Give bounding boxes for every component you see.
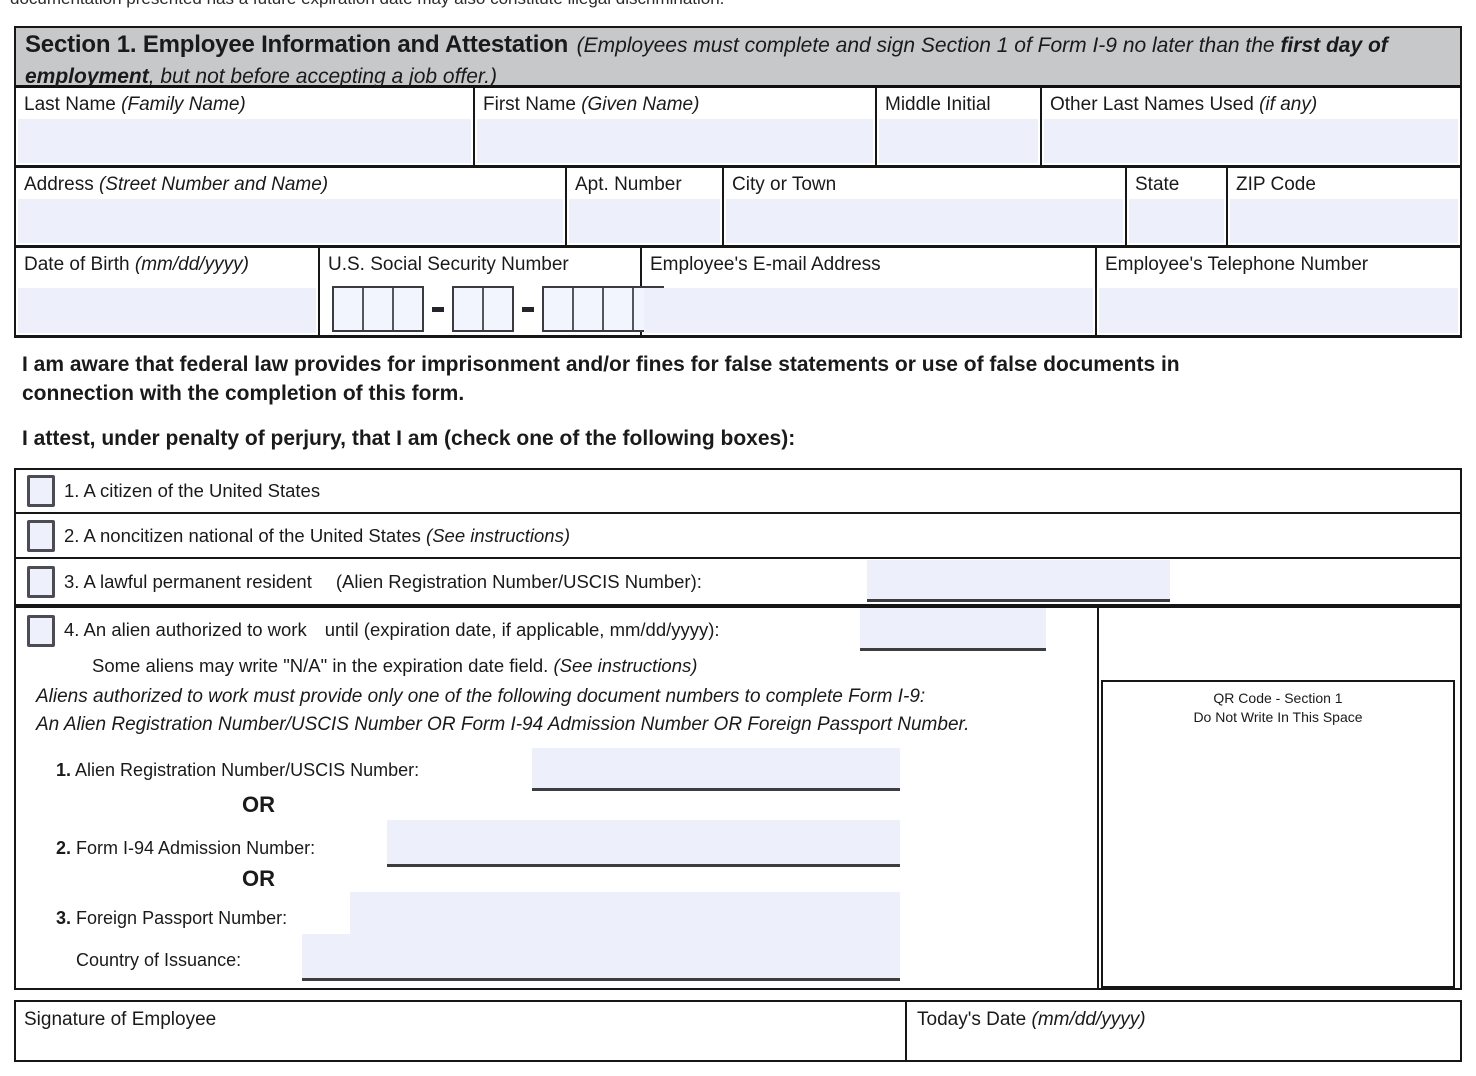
ssn-boxes [332,286,664,332]
or-separator-1: OR [242,792,275,818]
i94-number-label: 2. Form I-94 Admission Number: [56,838,315,859]
field-last-name: Last Name (Family Name) [16,88,475,165]
or-separator-2: OR [242,866,275,892]
employee-info-grid: Last Name (Family Name) First Name (Give… [14,88,1462,338]
form-i9-section1: documentation presented has a future exp… [0,0,1476,1076]
qr-code-placeholder: QR Code - Section 1 Do Not Write In This… [1101,680,1455,988]
expiration-date-input[interactable] [860,608,1046,651]
citizenship-status-box: 1. A citizen of the United States 2. A n… [14,468,1462,606]
option-alien-authorized-label: 4. An alien authorized to workuntil (exp… [64,619,720,641]
todays-date-cell[interactable]: Today's Date (mm/dd/yyyy) [907,1002,1460,1060]
alien-docs-intro-line1: Aliens authorized to work must provide o… [36,686,925,708]
alien-reg-number-label: 1. Alien Registration Number/USCIS Numbe… [56,760,419,781]
option-noncitizen-national-row: 2. A noncitizen national of the United S… [16,514,1460,559]
ssn-group-middle[interactable] [452,286,514,332]
field-first-name: First Name (Given Name) [475,88,877,165]
option-citizen-row: 1. A citizen of the United States [16,470,1460,514]
field-email: Employee's E-mail Address [642,248,1097,335]
uscis-number-input[interactable] [867,560,1170,602]
field-zip: ZIP Code [1228,168,1460,245]
checkbox-alien-authorized[interactable] [27,615,55,647]
signature-row: Signature of Employee Today's Date (mm/d… [14,1000,1462,1062]
field-middle-initial: Middle Initial [877,88,1042,165]
option-permanent-resident-label: 3. A lawful permanent resident(Alien Reg… [64,571,702,593]
address-input[interactable] [18,199,563,243]
dob-ssn-row: Date of Birth (mm/dd/yyyy) U.S. Social S… [14,248,1462,338]
phone-input[interactable] [1099,288,1458,333]
name-row: Last Name (Family Name) First Name (Give… [14,88,1462,168]
other-last-names-input[interactable] [1044,119,1458,163]
foreign-passport-label: 3. Foreign Passport Number: [56,908,287,929]
signature-label: Signature of Employee [24,1009,216,1030]
date-of-birth-input[interactable] [18,288,316,333]
city-input[interactable] [726,199,1123,243]
email-input[interactable] [644,288,1093,333]
field-address: Address (Street Number and Name) [16,168,567,245]
apt-number-input[interactable] [569,199,720,243]
state-input[interactable] [1129,199,1224,243]
i94-number-input[interactable] [387,820,900,867]
section1-title: Section 1. Employee Information and Atte… [25,31,568,58]
field-ssn: U.S. Social Security Number [320,248,642,335]
perjury-warning: I am aware that federal law provides for… [22,350,1422,408]
field-phone: Employee's Telephone Number [1097,248,1460,335]
checkbox-permanent-resident[interactable] [27,566,55,598]
field-other-last-names: Other Last Names Used (if any) [1042,88,1460,165]
checkbox-noncitizen-national[interactable] [27,520,55,552]
clipped-instruction-text: documentation presented has a future exp… [10,0,1430,10]
field-apt-number: Apt. Number [567,168,724,245]
ssn-dash [522,307,534,312]
section1-header: Section 1. Employee Information and Atte… [14,26,1462,88]
last-name-input[interactable] [18,119,471,163]
alien-docs-intro-line2: An Alien Registration Number/USCIS Numbe… [36,714,969,736]
option-noncitizen-national-label: 2. A noncitizen national of the United S… [64,525,570,547]
first-name-input[interactable] [477,119,873,163]
signature-of-employee-cell[interactable]: Signature of Employee [16,1002,907,1060]
foreign-passport-input[interactable] [350,892,900,939]
field-state: State [1127,168,1228,245]
country-of-issuance-label: Country of Issuance: [76,950,241,971]
ssn-dash [432,307,444,312]
alien-na-note: Some aliens may write "N/A" in the expir… [92,655,697,677]
country-of-issuance-input[interactable] [302,934,900,981]
alien-authorized-box: 4. An alien authorized to workuntil (exp… [14,606,1462,990]
option-permanent-resident-row: 3. A lawful permanent resident(Alien Reg… [16,559,1460,604]
checkbox-citizen[interactable] [27,475,55,507]
zip-input[interactable] [1230,199,1458,243]
address-row: Address (Street Number and Name) Apt. Nu… [14,168,1462,248]
alien-reg-number-input[interactable] [532,748,900,791]
field-date-of-birth: Date of Birth (mm/dd/yyyy) [16,248,320,335]
ssn-group-area[interactable] [332,286,424,332]
option-citizen-label: 1. A citizen of the United States [64,480,320,502]
todays-date-label: Today's Date [917,1009,1026,1030]
vertical-divider [1097,608,1099,988]
field-city: City or Town [724,168,1127,245]
attest-instruction: I attest, under penalty of perjury, that… [22,424,1422,453]
middle-initial-input[interactable] [879,119,1038,163]
